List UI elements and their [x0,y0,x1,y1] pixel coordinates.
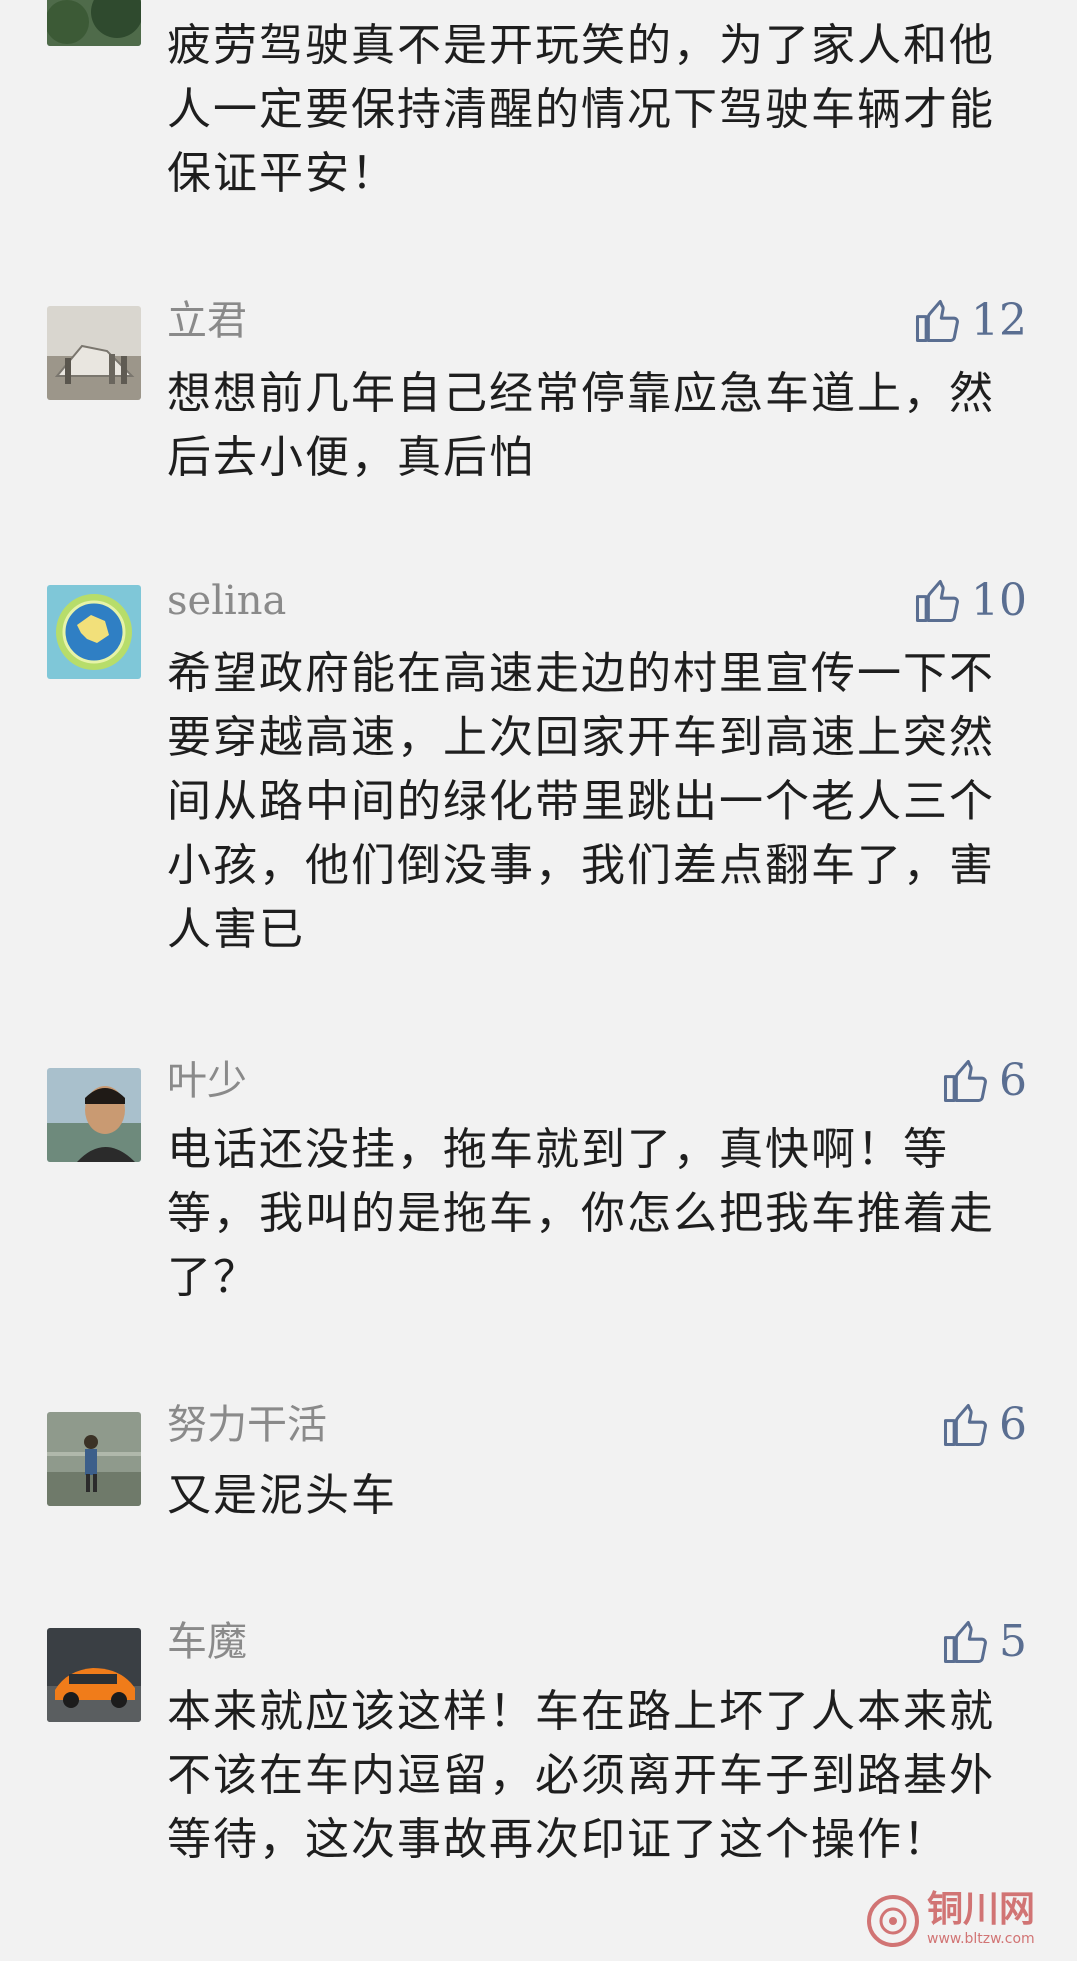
thumbs-up-icon [943,1403,987,1447]
like-button[interactable]: 6 [939,1053,1027,1109]
comment-text: 本来就应该这样！车在路上坏了人本来就不该在车内逗留，必须离开车子到路基外等待，这… [167,1686,995,1865]
like-count: 6 [999,1055,1027,1106]
avatar[interactable] [47,306,141,400]
commenter-name[interactable]: selina [167,576,286,626]
commenter-name[interactable]: 叶少 [167,1056,247,1106]
avatar[interactable] [47,1628,141,1722]
watermark: 铜川网 www.bltzw.com [865,1889,1065,1955]
thumbs-up-icon [915,299,959,343]
comment-text: 电话还没挂，拖车就到了，真快啊！等等，我叫的是拖车，你怎么把我车推着走了？ [167,1124,995,1303]
watermark-title: 铜川网 [927,1889,1036,1930]
avatar[interactable] [47,1412,141,1506]
like-button[interactable]: 12 [911,293,1027,349]
comment-text: 希望政府能在高速走边的村里宣传一下不要穿越高速，上次回家开车到高速上突然间从路中… [167,648,995,955]
site-logo-icon [867,1895,919,1947]
avatar[interactable] [47,1068,141,1162]
like-button[interactable]: 10 [911,573,1027,629]
like-button[interactable]: 6 [939,1397,1027,1453]
like-button[interactable]: 5 [939,1614,1027,1670]
commenter-name[interactable]: 立君 [167,296,247,346]
like-count: 6 [999,1399,1027,1450]
watermark-url: www.bltzw.com [927,1931,1035,1947]
comment-text: 又是泥头车 [167,1470,397,1521]
commenter-name[interactable]: 努力干活 [167,1400,327,1450]
comment-text: 疲劳驾驶真不是开玩笑的，为了家人和他人一定要保持清醒的情况下驾驶车辆才能保证平安… [167,20,995,199]
like-count: 5 [999,1616,1027,1667]
like-count: 10 [971,575,1027,626]
thumbs-up-icon [915,579,959,623]
avatar[interactable] [47,585,141,679]
avatar[interactable] [47,0,141,46]
comment-text: 想想前几年自己经常停靠应急车道上，然后去小便，真后怕 [167,368,995,483]
like-count: 12 [971,295,1027,346]
thumbs-up-icon [943,1059,987,1103]
thumbs-up-icon [943,1620,987,1664]
commenter-name[interactable]: 车魔 [167,1617,247,1667]
